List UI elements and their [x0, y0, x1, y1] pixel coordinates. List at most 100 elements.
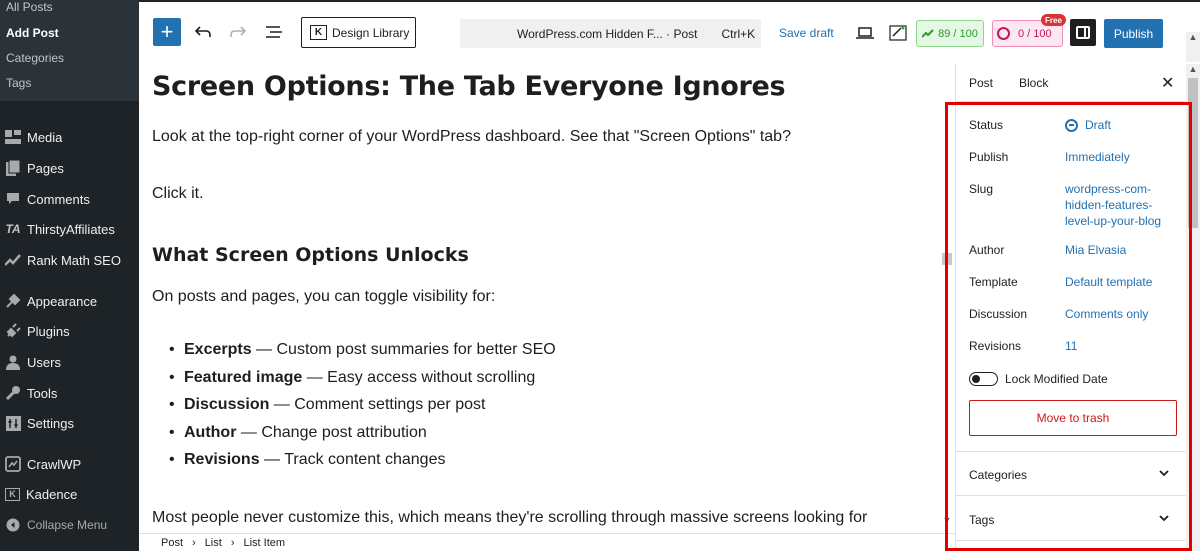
lock-modified-date-toggle[interactable] — [969, 372, 998, 386]
tab-post[interactable]: Post — [969, 76, 993, 90]
list-item[interactable]: Discussion — Comment settings per post — [169, 396, 556, 424]
appearance-icon — [4, 292, 22, 310]
menu-item-label: Collapse Menu — [27, 518, 108, 532]
scrollbar-thumb[interactable] — [942, 253, 952, 265]
settings-sidebar-toggle[interactable] — [1070, 19, 1096, 46]
menu-item-label: Kadence — [26, 486, 78, 502]
media-icon — [4, 128, 22, 146]
list-item[interactable]: Author — Change post attribution — [169, 424, 556, 452]
redo-button[interactable] — [226, 20, 250, 44]
scroll-down-arrow[interactable]: ▼ — [940, 515, 954, 527]
document-overview-button[interactable] — [262, 20, 286, 44]
revisions-value[interactable]: 11 — [1065, 339, 1077, 353]
submenu-categories[interactable]: Categories — [6, 51, 64, 65]
menu-item-appearance[interactable]: Appearance — [0, 289, 139, 313]
list-item[interactable]: Revisions — Track content changes — [169, 451, 556, 479]
rank-math-seo-score[interactable]: 89 / 100 — [916, 20, 984, 47]
crawlwp-icon — [4, 455, 22, 473]
menu-item-label: Rank Math SEO — [27, 252, 121, 268]
menu-item-users[interactable]: Users — [0, 350, 139, 374]
posts-submenu: All Posts Add Post Categories Tags — [0, 0, 139, 101]
menu-item-thirstyaffiliates[interactable]: TA ThirstyAffiliates — [0, 217, 139, 241]
command-shortcut: Ctrl+K — [721, 26, 756, 41]
lock-modified-date-label: Lock Modified Date — [1005, 372, 1108, 386]
close-icon[interactable]: ✕ — [1161, 73, 1174, 93]
edit-note-icon — [889, 25, 907, 41]
slug-value[interactable]: wordpress-com-hidden-features-level-up-y… — [1065, 181, 1175, 229]
menu-item-kadence[interactable]: K Kadence — [0, 482, 139, 506]
heading-block[interactable]: What Screen Options Unlocks — [152, 244, 469, 266]
discussion-label: Discussion — [969, 307, 1028, 321]
menu-item-label: Comments — [27, 191, 90, 207]
menu-item-media[interactable]: Media — [0, 125, 139, 149]
command-palette-bar[interactable]: WordPress.com Hidden F... · Post Ctrl+K — [460, 19, 761, 48]
menu-item-plugins[interactable]: Plugins — [0, 319, 139, 343]
content-scrollbar[interactable]: ▼ — [940, 64, 954, 533]
panel-divider — [956, 540, 1191, 541]
list-item[interactable]: Excerpts — Custom post summaries for bet… — [169, 341, 556, 369]
menu-item-label: Tools — [27, 385, 58, 401]
pages-icon — [4, 159, 22, 177]
desktop-preview-icon — [856, 26, 874, 39]
menu-item-settings[interactable]: Settings — [0, 411, 139, 435]
discussion-value[interactable]: Comments only — [1065, 307, 1148, 321]
menu-item-comments[interactable]: Comments — [0, 187, 139, 211]
submenu-tags[interactable]: Tags — [6, 76, 31, 90]
save-draft-button[interactable]: Save draft — [779, 26, 834, 40]
chevron-right-icon: › — [192, 536, 196, 549]
menu-item-crawlwp[interactable]: CrawlWP — [0, 452, 139, 476]
menu-item-pages[interactable]: Pages — [0, 156, 139, 180]
scroll-up-arrow[interactable]: ▲ — [1186, 64, 1200, 74]
collapse-menu-button[interactable]: Collapse Menu — [0, 513, 139, 537]
list-item-text: — Track content changes — [259, 451, 446, 468]
editor-canvas[interactable]: Screen Options: The Tab Everyone Ignores… — [139, 64, 940, 533]
paragraph-block[interactable]: Click it. — [152, 185, 204, 203]
tags-panel-toggle[interactable]: Tags — [956, 505, 1191, 535]
publish-date-value[interactable]: Immediately — [1065, 150, 1130, 164]
kadence-icon: K — [310, 25, 327, 40]
rank-math-icon — [922, 29, 934, 38]
breadcrumb-list-item[interactable]: List Item — [243, 537, 285, 549]
status-value[interactable]: Draft — [1065, 118, 1111, 132]
post-title[interactable]: Screen Options: The Tab Everyone Ignores — [152, 71, 786, 102]
move-to-trash-button[interactable]: Move to trash — [969, 400, 1177, 436]
submenu-add-post[interactable]: Add Post — [6, 26, 59, 40]
author-value[interactable]: Mia Elvasia — [1065, 243, 1126, 257]
menu-item-tools[interactable]: Tools — [0, 381, 139, 405]
sidebar-scrollbar[interactable]: ▲ — [1186, 64, 1200, 551]
publish-label: Publish — [969, 150, 1009, 164]
breadcrumb-list[interactable]: List — [205, 537, 222, 549]
settings-icon — [4, 414, 22, 432]
breadcrumb-post[interactable]: Post — [161, 537, 183, 549]
tab-block[interactable]: Block — [1019, 76, 1048, 90]
document-title: WordPress.com Hidden F... · Post — [517, 26, 698, 41]
scrollbar-thumb[interactable] — [1188, 78, 1198, 228]
preview-button[interactable] — [853, 21, 877, 45]
undo-icon — [195, 26, 211, 37]
template-value[interactable]: Default template — [1065, 275, 1152, 289]
list-block[interactable]: Excerpts — Custom post summaries for bet… — [169, 341, 556, 479]
free-badge: Free — [1041, 14, 1066, 26]
paragraph-block[interactable]: Most people never customize this, which … — [152, 509, 867, 527]
submenu-all-posts[interactable]: All Posts — [6, 0, 53, 14]
paragraph-block[interactable]: On posts and pages, you can toggle visib… — [152, 288, 495, 306]
paragraph-block[interactable]: Look at the top-right corner of your Wor… — [152, 128, 791, 146]
thirstyaffiliates-icon: TA — [5, 222, 21, 236]
rank-math-icon — [4, 251, 22, 269]
undo-button[interactable] — [191, 20, 215, 44]
menu-item-rank-math[interactable]: Rank Math SEO — [0, 248, 139, 272]
design-library-button[interactable]: K Design Library — [301, 17, 416, 48]
post-editor-tool-button[interactable] — [887, 21, 911, 45]
tags-panel-label: Tags — [969, 513, 995, 527]
publish-button[interactable]: Publish — [1104, 19, 1163, 48]
block-inserter-button[interactable]: + — [153, 18, 181, 46]
list-item[interactable]: Featured image — Easy access without scr… — [169, 369, 556, 397]
menu-item-label: Appearance — [27, 293, 98, 309]
menu-item-label: CrawlWP — [27, 456, 82, 472]
tools-icon — [4, 384, 22, 402]
content-scroll-up-arrow[interactable]: ▲ — [1186, 32, 1200, 62]
readability-score-value: 0 / 100 — [1018, 27, 1052, 40]
menu-item-label: Users — [27, 354, 61, 370]
comments-icon — [4, 190, 22, 208]
categories-panel-toggle[interactable]: Categories — [956, 460, 1191, 490]
